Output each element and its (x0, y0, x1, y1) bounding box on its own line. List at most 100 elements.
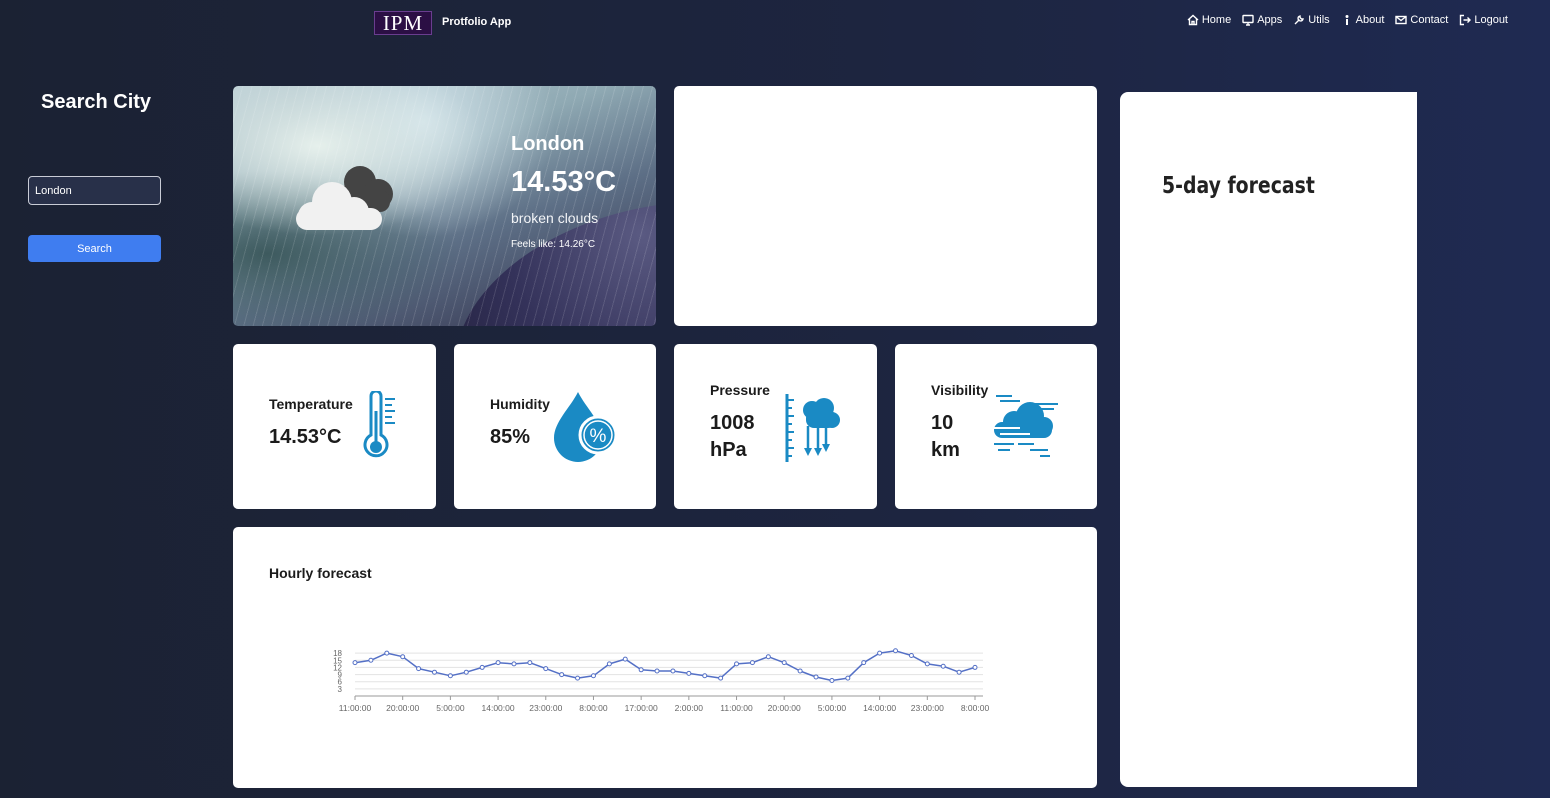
y-tick-label: 18 (333, 649, 342, 658)
data-point (368, 657, 374, 663)
data-point (559, 672, 565, 678)
x-tick-label: 8:00:00 (961, 703, 990, 713)
current-temperature: 14.53°C (511, 166, 617, 198)
pressure-value: 1008 (710, 412, 755, 434)
x-tick-label: 17:00:00 (625, 703, 658, 713)
svg-text:%: % (590, 426, 607, 447)
data-point (845, 675, 851, 681)
data-point (940, 663, 946, 669)
map-placeholder-card (674, 86, 1097, 326)
data-point (654, 668, 660, 674)
info-icon (1345, 15, 1349, 25)
data-point (622, 656, 628, 662)
data-point (893, 648, 899, 654)
five-day-forecast-title: 5-day forecast (1162, 173, 1315, 199)
data-point (463, 669, 469, 675)
data-point (479, 664, 485, 670)
data-point (447, 673, 453, 679)
thermometer-icon (363, 391, 395, 458)
search-button[interactable]: Search (28, 235, 161, 262)
humidity-label: Humidity (490, 396, 550, 412)
x-tick-label: 20:00:00 (768, 703, 801, 713)
nav-apps[interactable]: Apps (1242, 14, 1282, 26)
data-point (606, 661, 612, 667)
broken-clouds-icon (296, 166, 393, 230)
data-point (829, 678, 835, 684)
nav-logout[interactable]: Logout (1459, 14, 1508, 26)
current-city: London (511, 133, 585, 155)
visibility-value: 10 (931, 412, 954, 434)
visibility-unit: km (931, 439, 960, 461)
data-point (400, 654, 406, 660)
pressure-unit: hPa (710, 439, 747, 461)
data-point (543, 666, 549, 672)
data-point (416, 666, 422, 672)
humidity-value: 85% (490, 426, 531, 448)
search-city-title: Search City (41, 91, 152, 113)
visibility-label: Visibility (931, 382, 989, 398)
fog-cloud-icon (994, 395, 1058, 457)
top-nav: Home Apps Utils About Contact Logout (1187, 14, 1508, 26)
nav-contact[interactable]: Contact (1395, 14, 1448, 26)
nav-home[interactable]: Home (1187, 14, 1231, 26)
data-point (765, 654, 771, 660)
data-point (384, 650, 390, 656)
data-point (431, 669, 437, 675)
data-point (495, 660, 501, 666)
data-point (734, 661, 740, 667)
data-point (718, 675, 724, 681)
current-description: broken clouds (511, 210, 599, 226)
data-point (670, 668, 676, 674)
pressure-card (674, 344, 877, 509)
x-tick-label: 23:00:00 (911, 703, 944, 713)
nav-contact-label: Contact (1410, 14, 1449, 26)
nav-logout-label: Logout (1474, 14, 1508, 26)
x-tick-label: 14:00:00 (482, 703, 515, 713)
data-point (749, 660, 755, 666)
home-icon (1187, 14, 1199, 26)
x-tick-label: 20:00:00 (386, 703, 419, 713)
nav-about-label: About (1355, 14, 1385, 26)
data-point (781, 660, 787, 666)
feels-like: Feels like: 14.26°C (511, 239, 596, 250)
brand-logo[interactable]: IPM (374, 11, 432, 35)
x-tick-label: 14:00:00 (863, 703, 896, 713)
pressure-label: Pressure (710, 382, 770, 398)
x-tick-label: 2:00:00 (675, 703, 704, 713)
x-tick-label: 5:00:00 (818, 703, 847, 713)
data-point (352, 660, 358, 666)
nav-utils[interactable]: Utils (1293, 14, 1330, 26)
x-tick-label: 5:00:00 (436, 703, 465, 713)
data-point (972, 664, 978, 670)
hourly-forecast-title: Hourly forecast (269, 565, 372, 581)
data-point (908, 653, 914, 659)
hourly-forecast-chart: 36912151811:00:00 20:00:00 5:00:00 14:00:00… (333, 648, 990, 713)
data-point (813, 674, 819, 680)
data-point (590, 673, 596, 679)
pressure-icon (785, 394, 840, 462)
data-point (797, 668, 803, 674)
humidity-drop-icon: % (554, 392, 618, 462)
nav-utils-label: Utils (1308, 14, 1330, 26)
nav-home-label: Home (1201, 14, 1232, 26)
data-point (861, 660, 867, 666)
data-point (924, 661, 930, 667)
data-point (686, 670, 692, 676)
data-point (956, 669, 962, 675)
temperature-value: 14.53°C (269, 426, 342, 448)
x-tick-label: 23:00:00 (529, 703, 562, 713)
logout-icon (1460, 14, 1472, 26)
data-point (638, 667, 644, 673)
x-tick-label: 11:00:00 (720, 703, 753, 713)
x-tick-label: 8:00:00 (579, 703, 608, 713)
wrench-icon (1294, 15, 1305, 25)
city-search-input[interactable] (28, 176, 161, 205)
data-point (511, 661, 517, 667)
nav-apps-label: Apps (1257, 14, 1283, 26)
x-tick-label: 11:00:00 (339, 703, 372, 713)
nav-about[interactable]: About (1341, 14, 1385, 26)
envelope-icon (1395, 15, 1408, 25)
data-point (702, 673, 708, 679)
temperature-label: Temperature (269, 396, 353, 412)
data-point (877, 650, 883, 656)
